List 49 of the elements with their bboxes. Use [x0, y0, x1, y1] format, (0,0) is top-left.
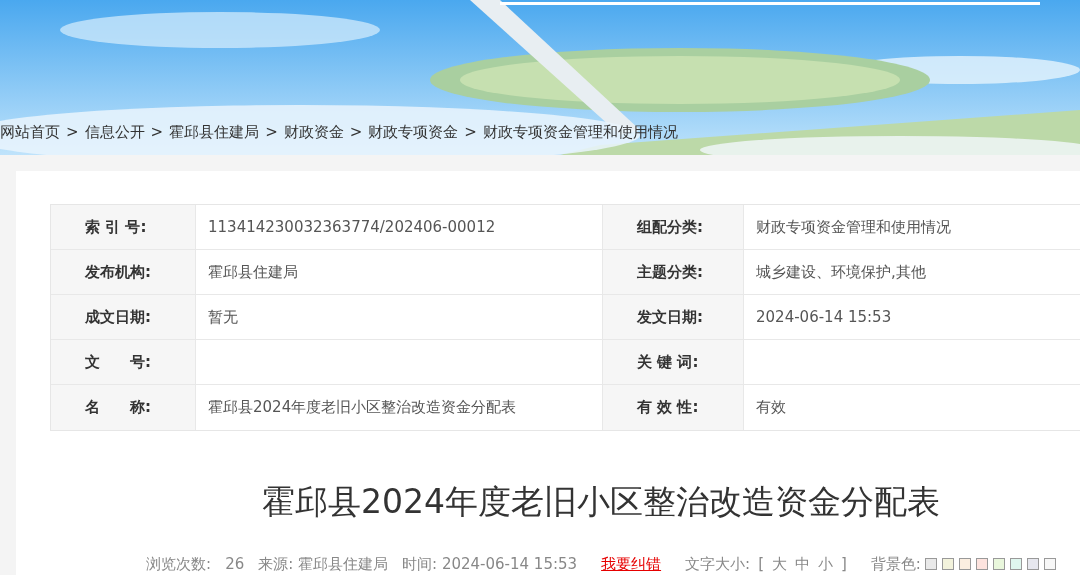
field-label: 有 效 性:: [602, 385, 744, 430]
field-label: 文 号:: [51, 340, 196, 384]
field-label: 关 键 词:: [602, 340, 744, 384]
color-swatch[interactable]: [992, 557, 1005, 570]
color-swatch[interactable]: [1043, 557, 1056, 570]
breadcrumb-link[interactable]: 财政专项资金管理和使用情况: [482, 121, 678, 144]
color-swatch[interactable]: [1026, 557, 1039, 570]
source-text: 来源: 霍邱县住建局: [258, 553, 389, 575]
field-label: 名 称:: [51, 385, 196, 430]
font-size-label: 文字大小:: [685, 553, 751, 575]
color-swatch[interactable]: [1009, 557, 1022, 570]
field-value: 暂无: [207, 306, 239, 328]
field-label: 主题分类:: [602, 250, 744, 294]
field-value: 有效: [755, 397, 787, 419]
bracket: [: [758, 553, 764, 575]
report-error-link[interactable]: 我要纠错: [601, 552, 662, 575]
breadcrumb-separator: >: [66, 122, 79, 143]
font-size-link[interactable]: 中: [795, 552, 810, 575]
field-value: 城乡建设、环境保护,其他: [755, 261, 927, 283]
field-value: 霍邱县住建局: [207, 261, 299, 283]
breadcrumb-separator: >: [150, 122, 164, 143]
font-size-link[interactable]: 大: [772, 552, 787, 575]
field-label: 组配分类:: [602, 205, 744, 249]
publish-time: 时间: 2024-06-14 15:53: [402, 553, 578, 575]
color-swatch[interactable]: [958, 557, 971, 570]
font-size-link[interactable]: 小: [818, 552, 833, 575]
breadcrumb-link[interactable]: 霍邱县住建局: [169, 121, 260, 144]
article-title: 霍邱县2024年度老旧小区整治改造资金分配表: [261, 481, 941, 523]
field-label: 发布机构:: [51, 250, 196, 294]
breadcrumb-separator: >: [464, 122, 477, 143]
breadcrumb-separator: >: [349, 122, 363, 143]
field-label: 索 引 号:: [51, 205, 196, 249]
view-count: 浏览次数: 26: [146, 553, 245, 575]
field-value: 霍邱县2024年度老旧小区整治改造资金分配表: [207, 397, 518, 419]
field-label: 发文日期:: [602, 295, 744, 339]
color-swatch[interactable]: [941, 557, 954, 570]
background-color-label: 背景色:: [870, 553, 921, 575]
breadcrumb-link[interactable]: 信息公开: [84, 121, 145, 144]
breadcrumb-link[interactable]: 网站首页: [0, 121, 60, 144]
color-swatch[interactable]: [924, 557, 937, 570]
field-value: 113414230032363774/202406-00012: [207, 216, 497, 238]
breadcrumb-link[interactable]: 财政专项资金: [368, 121, 459, 144]
bracket: ]: [841, 553, 847, 575]
field-value: 2024-06-14 15:53: [755, 306, 893, 328]
field-value: 财政专项资金管理和使用情况: [755, 216, 952, 238]
breadcrumb-separator: >: [265, 122, 278, 143]
field-label: 成文日期:: [51, 295, 196, 339]
breadcrumb-link[interactable]: 财政资金: [283, 121, 344, 144]
color-swatch[interactable]: [975, 557, 988, 570]
